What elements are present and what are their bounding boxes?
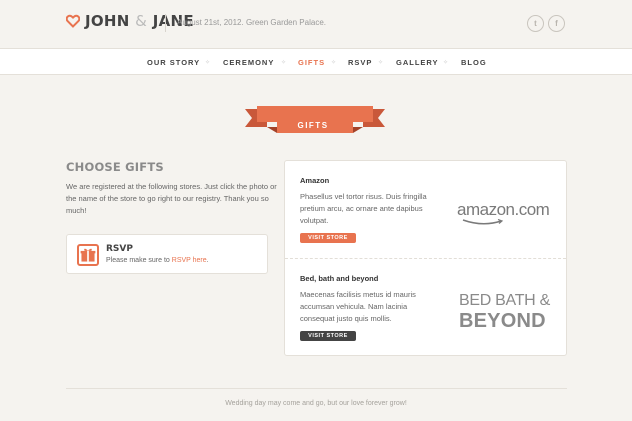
twitter-icon[interactable]: t: [527, 15, 544, 32]
store-name[interactable]: Bed, bath and beyond: [300, 274, 378, 283]
nav-item-our-story[interactable]: OUR STORY: [147, 58, 200, 67]
nav-item-gifts[interactable]: GIFTS: [298, 58, 325, 67]
footer-text: Wedding day may come and go, but our lov…: [225, 400, 407, 407]
rsvp-text: Please make sure to RSVP here.: [106, 257, 209, 264]
nav-item-rsvp[interactable]: RSVP: [348, 58, 372, 67]
registry-panel: Amazon Phasellus vel tortor risus. Duis …: [284, 160, 567, 356]
site-header: JOHN & JANE August 21st, 2012. Green Gar…: [0, 0, 632, 48]
site-logo[interactable]: JOHN & JANE: [66, 12, 194, 30]
facebook-icon[interactable]: f: [548, 15, 565, 32]
store-description: Phasellus vel tortor risus. Duis fringil…: [300, 192, 427, 225]
nav-separator: ✧: [331, 60, 337, 66]
visit-store-button[interactable]: VISIT STORE: [300, 233, 356, 243]
visit-store-button[interactable]: VISIT STORE: [300, 331, 356, 341]
footer-divider: [66, 388, 567, 389]
store-item-bed-bath-beyond: Bed, bath and beyond Maecenas facilisis …: [285, 259, 566, 356]
bed-bath-beyond-logo[interactable]: BED BATH & BEYOND: [459, 291, 550, 331]
rsvp-here-link[interactable]: RSVP here: [172, 257, 207, 264]
nav-separator: ✧: [205, 60, 211, 66]
nav-item-ceremony[interactable]: CEREMONY: [223, 58, 274, 67]
header-divider: [165, 14, 166, 32]
amazon-smile-icon: [462, 219, 504, 225]
heart-icon: [66, 14, 80, 28]
ribbon-label: GIFTS: [297, 121, 329, 130]
amazon-logo[interactable]: amazon.com: [457, 200, 550, 220]
header-tagline: August 21st, 2012. Green Garden Palace.: [177, 18, 326, 27]
store-name[interactable]: Amazon: [300, 176, 329, 185]
nav-separator: ✧: [443, 60, 449, 66]
main-nav: OUR STORY ✧ CEREMONY ✧ GIFTS ✧ RSVP ✧ GA…: [0, 48, 632, 75]
nav-item-gallery[interactable]: GALLERY: [396, 58, 439, 67]
nav-separator: ✧: [281, 60, 287, 66]
choose-gifts-heading: CHOOSE GIFTS: [66, 160, 164, 174]
gift-icon: [77, 244, 99, 266]
nav-item-blog[interactable]: BLOG: [461, 58, 487, 67]
intro-text: We are registered at the following store…: [66, 182, 277, 215]
store-item-amazon: Amazon Phasellus vel tortor risus. Duis …: [285, 161, 566, 258]
rsvp-title: RSVP: [106, 244, 133, 254]
rsvp-card: RSVP Please make sure to RSVP here.: [66, 234, 268, 274]
nav-separator: ✧: [378, 60, 384, 66]
store-description: Maecenas facilisis metus id mauris accum…: [300, 290, 416, 323]
